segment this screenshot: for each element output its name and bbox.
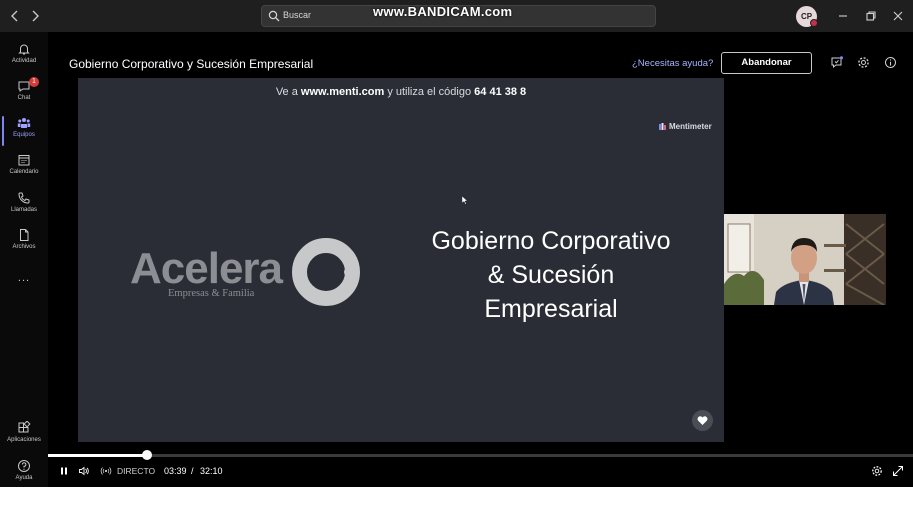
sidebar-item-label: Aplicaciones [7,437,41,443]
sidebar-item-label: Actividad [11,58,37,64]
sidebar-item-actividad[interactable]: Actividad [0,40,48,76]
recording-watermark: www.BANDICAM.com [373,4,513,19]
participant-video[interactable] [724,214,886,305]
acelera-logo: Acelera [130,244,283,293]
search-placeholder: Buscar [283,10,312,20]
sidebar-item-llamadas[interactable]: Llamadas [0,189,48,225]
calendar-icon [18,155,30,166]
volume-icon[interactable] [78,465,90,477]
slide-title: Gobierno Corporativo & Sucesión Empresar… [431,227,671,323]
sidebar-item-aplicaciones[interactable]: Aplicaciones [0,419,48,455]
close-icon[interactable] [891,9,905,23]
sidebar-item-archivos[interactable]: Archivos [0,226,48,262]
sidebar-item-label: Ayuda [15,475,33,481]
current-time: 03:39 [164,466,187,476]
mentimeter-logo-icon [659,123,666,130]
reaction-button[interactable] [692,410,713,431]
live-broadcast-icon [100,467,112,475]
app-rail: Actividad 1 Chat Equipos Calendario Llam… [0,32,48,487]
title-bar: Buscar www.BANDICAM.com CP [0,0,913,32]
more-icon: ... [17,272,31,284]
info-icon[interactable] [884,56,897,69]
restore-icon[interactable] [864,9,878,23]
sidebar-item-label: Llamadas [10,207,37,213]
sidebar-item-calendario[interactable]: Calendario [0,151,48,187]
pause-icon[interactable] [58,465,70,477]
sidebar-item-ayuda[interactable]: Ayuda [0,457,48,493]
help-icon [18,460,30,472]
seek-bar[interactable] [48,454,913,457]
mentimeter-brand: Mentimeter [669,122,712,131]
chevron-right-icon[interactable] [28,8,42,24]
sidebar-item-label: Archivos [12,244,36,250]
gear-icon[interactable] [857,56,870,69]
sidebar-item-equipos[interactable]: Equipos [0,114,48,150]
sidebar-item-chat[interactable]: 1 Chat [0,77,48,113]
more-apps-button[interactable]: ... [0,268,48,304]
acelera-dot-icon [344,267,354,277]
sidebar-item-label: Chat [17,95,31,101]
meeting-title: Gobierno Corporativo y Sucesión Empresar… [69,57,314,71]
duration: 32:10 [200,466,223,476]
teams-icon [17,118,31,128]
settings-gear-icon[interactable] [871,465,883,477]
chevron-left-icon[interactable] [8,8,22,24]
feedback-icon[interactable] [830,56,843,69]
fullscreen-icon[interactable] [892,465,904,477]
shared-presentation: Ve a www.menti.com y utiliza el código 6… [78,78,724,442]
teams-window: Buscar www.BANDICAM.com CP Actividad 1 C… [0,0,913,487]
search-icon [268,10,280,22]
minimize-icon[interactable] [836,9,850,23]
live-label: DIRECTO [117,466,156,476]
file-icon [20,229,29,241]
time-separator: / [191,466,194,476]
leave-button[interactable]: Abandonar [721,52,812,74]
bell-icon [18,44,30,55]
phone-icon [18,192,30,204]
sidebar-item-label: Calendario [9,169,39,175]
unread-badge: 1 [29,77,39,87]
participant-video-feed [724,214,886,305]
seek-handle[interactable] [142,450,152,460]
help-link[interactable]: ¿Necesitas ayuda? [632,58,713,69]
acelera-subtitle: Empresas & Familia [168,288,255,299]
mouse-cursor-icon [462,196,468,205]
menti-code: 64 41 38 8 [474,86,527,98]
heart-icon [697,416,708,425]
apps-icon [18,421,31,433]
menti-url: www.menti.com [300,86,385,98]
sidebar-item-label: Equipos [13,132,35,138]
presence-status-icon [810,19,818,27]
menti-instruction: Ve a www.menti.com y utiliza el código 6… [275,86,527,98]
seek-bar-progress [48,454,147,457]
